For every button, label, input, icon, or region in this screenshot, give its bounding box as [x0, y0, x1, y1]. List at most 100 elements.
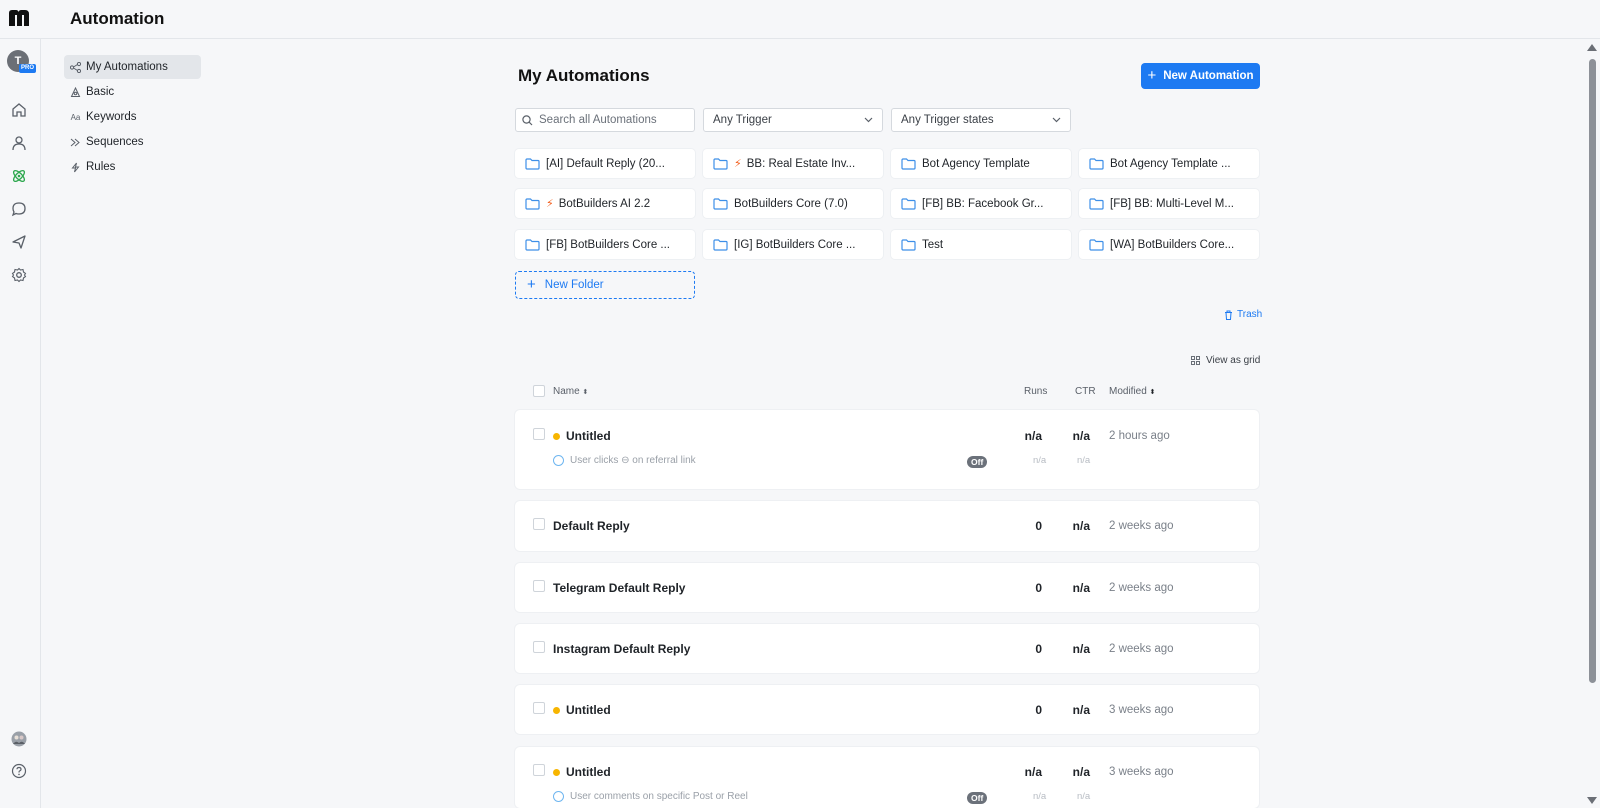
subnav-label: My Automations — [86, 61, 168, 73]
row-checkbox[interactable] — [533, 764, 545, 776]
automation-name[interactable]: Telegram Default Reply — [553, 581, 685, 595]
row-checkbox[interactable] — [533, 428, 545, 440]
trigger-row[interactable]: User comments on specific Post or Reel — [553, 791, 748, 802]
automation-row[interactable]: Telegram Default Reply 0 n/a 2 weeks ago — [515, 563, 1259, 612]
automation-name[interactable]: Default Reply — [553, 519, 630, 533]
runs-value: 0 — [1035, 703, 1042, 717]
trigger-runs-value: n/a — [1033, 791, 1047, 802]
subnav-item-rules[interactable]: Rules — [64, 155, 201, 179]
select-all-checkbox[interactable] — [533, 385, 545, 397]
folder-item[interactable]: [AI] Default Reply (20... — [515, 149, 695, 178]
contacts-icon[interactable] — [10, 134, 28, 152]
folder-item[interactable]: [IG] BotBuilders Core ... — [703, 230, 883, 259]
ctr-value: n/a — [1072, 519, 1090, 533]
subnav-item-keywords[interactable]: Aa Keywords — [64, 105, 201, 129]
sequences-icon — [70, 137, 81, 148]
automation-name[interactable]: Untitled — [553, 703, 611, 717]
modified-value: 3 weeks ago — [1109, 704, 1174, 716]
workspace-avatar[interactable] — [10, 730, 28, 748]
scroll-up-arrow-icon[interactable] — [1587, 44, 1597, 51]
clock-icon — [553, 791, 564, 802]
trigger-states-select[interactable]: Any Trigger states — [891, 108, 1071, 132]
draft-status-dot — [553, 432, 560, 440]
folder-item[interactable]: ⚡︎ BB: Real Estate Inv... — [703, 149, 883, 178]
row-checkbox[interactable] — [533, 641, 545, 653]
plus-icon: + — [1147, 67, 1157, 84]
folder-item[interactable]: Bot Agency Template ... — [1079, 149, 1259, 178]
live-chat-icon[interactable] — [10, 200, 28, 218]
chevron-down-icon — [1052, 117, 1061, 123]
flow-icon — [70, 61, 81, 73]
column-header-name[interactable]: Name ⬍ — [553, 386, 588, 397]
folder-item[interactable]: [FB] BB: Facebook Gr... — [891, 189, 1071, 218]
row-checkbox[interactable] — [533, 702, 545, 714]
folder-label: Bot Agency Template ... — [1110, 157, 1231, 170]
folder-item[interactable]: ⚡︎ BotBuilders AI 2.2 — [515, 189, 695, 218]
folder-label: [WA] BotBuilders Core... — [1110, 238, 1235, 251]
column-header-runs[interactable]: Runs — [1024, 386, 1047, 397]
subnav-label: Basic — [86, 86, 115, 98]
table-header: Name ⬍ Runs CTR Modified ⬍ — [515, 384, 1259, 400]
folder-item[interactable]: Test — [891, 230, 1071, 259]
status-badge[interactable]: Off — [967, 792, 988, 804]
trigger-row[interactable]: User clicks ⊖ on referral link — [553, 455, 696, 466]
new-folder-label: New Folder — [544, 279, 604, 291]
subnav-item-my-automations[interactable]: My Automations — [64, 55, 201, 79]
subnav-item-basic[interactable]: Basic — [64, 80, 201, 104]
folder-label: BotBuilders AI 2.2 — [558, 197, 651, 210]
folder-icon — [713, 197, 728, 210]
automation-row[interactable]: Untitled 0 n/a 3 weeks ago — [515, 685, 1259, 734]
automation-row[interactable]: Default Reply 0 n/a 2 weeks ago — [515, 501, 1259, 551]
modified-value: 2 weeks ago — [1109, 520, 1174, 532]
manychat-logo-icon[interactable] — [8, 8, 32, 28]
trash-label: Trash — [1237, 309, 1263, 320]
subnav-item-sequences[interactable]: Sequences — [64, 130, 201, 154]
plus-icon: + — [527, 276, 536, 293]
automation-name[interactable]: Instagram Default Reply — [553, 642, 690, 656]
new-automation-button[interactable]: + New Automation — [1141, 63, 1260, 89]
column-header-ctr[interactable]: CTR — [1075, 386, 1096, 397]
modified-value: 3 weeks ago — [1109, 766, 1174, 778]
modified-value: 2 weeks ago — [1109, 643, 1174, 655]
folder-icon — [1089, 197, 1104, 210]
automation-icon[interactable] — [10, 167, 28, 185]
row-checkbox[interactable] — [533, 580, 545, 592]
column-header-modified[interactable]: Modified ⬍ — [1109, 386, 1155, 397]
folder-label: [AI] Default Reply (20... — [546, 157, 665, 170]
automation-row[interactable]: Untitled n/a n/a 2 hours ago User clicks ⊖ o… — [515, 410, 1259, 489]
new-folder-button[interactable]: + New Folder — [515, 271, 695, 299]
automation-row[interactable]: Instagram Default Reply 0 n/a 2 weeks ago — [515, 624, 1259, 673]
folder-icon — [525, 157, 540, 170]
automation-name[interactable]: Untitled — [553, 429, 611, 443]
home-icon[interactable] — [10, 101, 28, 119]
folder-label: Bot Agency Template — [922, 157, 1030, 170]
scroll-down-arrow-icon[interactable] — [1587, 797, 1597, 804]
modified-value: 2 hours ago — [1109, 430, 1170, 442]
trigger-filter-select[interactable]: Any Trigger — [703, 108, 883, 132]
search-icon — [522, 114, 533, 125]
broadcast-icon[interactable] — [10, 233, 28, 251]
automation-row[interactable]: Untitled n/a n/a 3 weeks ago User comments o… — [515, 747, 1259, 808]
status-badge[interactable]: Off — [967, 456, 988, 468]
trash-icon — [1225, 310, 1232, 320]
search-input[interactable] — [539, 114, 689, 126]
bolt-icon: ⚡︎ — [734, 158, 742, 170]
automation-name[interactable]: Untitled — [553, 765, 611, 779]
scrollbar-thumb[interactable] — [1589, 59, 1596, 683]
trash-link[interactable]: Trash — [1224, 309, 1262, 320]
trigger-label: User comments on specific Post or Reel — [570, 791, 748, 802]
folder-item[interactable]: [FB] BB: Multi-Level M... — [1079, 189, 1259, 218]
help-icon[interactable] — [10, 762, 28, 780]
folder-label: Test — [922, 238, 944, 251]
folder-item[interactable]: [WA] BotBuilders Core... — [1079, 230, 1259, 259]
folder-label: [FB] BB: Multi-Level M... — [1110, 197, 1234, 210]
left-rail: T PRO — [0, 39, 41, 808]
ctr-value: n/a — [1072, 581, 1090, 595]
folder-item[interactable]: Bot Agency Template — [891, 149, 1071, 178]
ctr-value: n/a — [1072, 642, 1090, 656]
row-checkbox[interactable] — [533, 518, 545, 530]
folder-item[interactable]: BotBuilders Core (7.0) — [703, 189, 883, 218]
view-as-grid-toggle[interactable]: View as grid — [1191, 355, 1260, 366]
folder-item[interactable]: [FB] BotBuilders Core ... — [515, 230, 695, 259]
settings-icon[interactable] — [10, 266, 28, 284]
